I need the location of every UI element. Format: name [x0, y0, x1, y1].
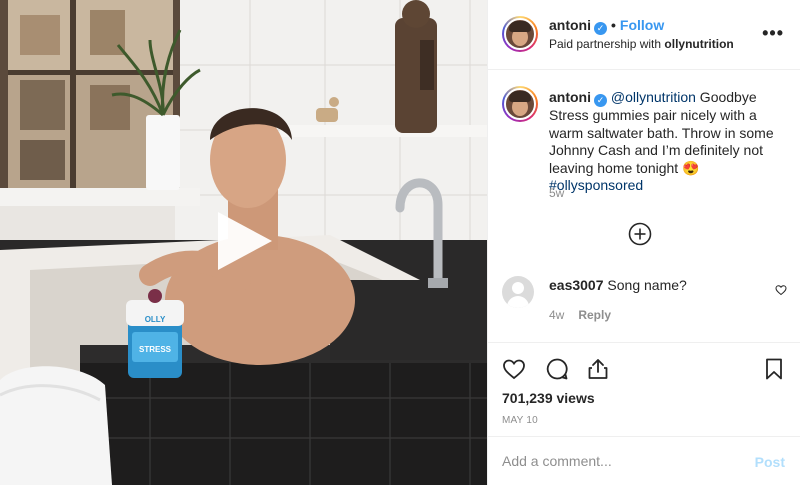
post-caption: antoni ✓ @ollynutrition Goodbye Stress gu… [549, 89, 787, 195]
caption-username[interactable]: antoni [549, 89, 591, 105]
partner-link[interactable]: ollynutrition [664, 37, 733, 51]
more-options-icon[interactable]: ••• [762, 24, 784, 42]
commenter-avatar[interactable] [502, 276, 534, 308]
partnership-prefix: Paid partnership with [549, 37, 665, 51]
add-comment-input[interactable] [502, 451, 742, 471]
bookmark-icon[interactable] [762, 357, 786, 381]
comment-icon[interactable] [545, 357, 569, 381]
verified-badge-icon: ✓ [594, 22, 607, 35]
reply-button[interactable]: Reply [578, 308, 611, 322]
comment-text: Song name? [603, 277, 687, 293]
comment-like-heart-icon[interactable] [775, 284, 787, 296]
commenter-username[interactable]: eas3007 [549, 277, 604, 293]
share-icon[interactable] [586, 357, 610, 381]
verified-badge-icon: ✓ [594, 94, 607, 107]
caption-avatar[interactable] [502, 86, 538, 122]
comment-timestamp[interactable]: 4w [549, 308, 564, 322]
header-author-line: antoni ✓ • Follow [549, 17, 664, 35]
post-actions: 701,239 views MAY 10 [488, 342, 800, 432]
post-sidebar: antoni ✓ • Follow Paid partnership with oll… [487, 0, 800, 485]
post-video[interactable]: OLLY STRESS [0, 0, 487, 485]
caption-timestamp[interactable]: 5w [549, 186, 564, 200]
view-count[interactable]: 701,239 views [502, 390, 595, 406]
post-header: antoni ✓ • Follow Paid partnership with oll… [488, 0, 800, 70]
caption-mention-link[interactable]: @ollynutrition [611, 89, 696, 105]
add-comment-bar: Post [488, 436, 800, 485]
author-username[interactable]: antoni [549, 17, 591, 33]
post-modal: OLLY STRESS antoni ✓ • Follow Paid partners… [0, 0, 800, 485]
comment-meta: 4w Reply [549, 308, 611, 322]
post-date[interactable]: MAY 10 [502, 415, 538, 426]
play-icon[interactable] [214, 208, 276, 274]
paid-partnership: Paid partnership with ollynutrition [549, 37, 734, 51]
product-label-text: STRESS [139, 345, 172, 354]
follow-button[interactable]: Follow [620, 17, 664, 33]
separator-dot: • [611, 17, 616, 33]
heart-icon[interactable] [502, 357, 526, 381]
product-brand-text: OLLY [145, 315, 166, 324]
comment-item: eas3007 Song name? [549, 277, 687, 293]
author-avatar[interactable] [502, 16, 538, 52]
plus-circle-icon[interactable] [628, 222, 652, 246]
post-comment-button[interactable]: Post [755, 454, 785, 470]
